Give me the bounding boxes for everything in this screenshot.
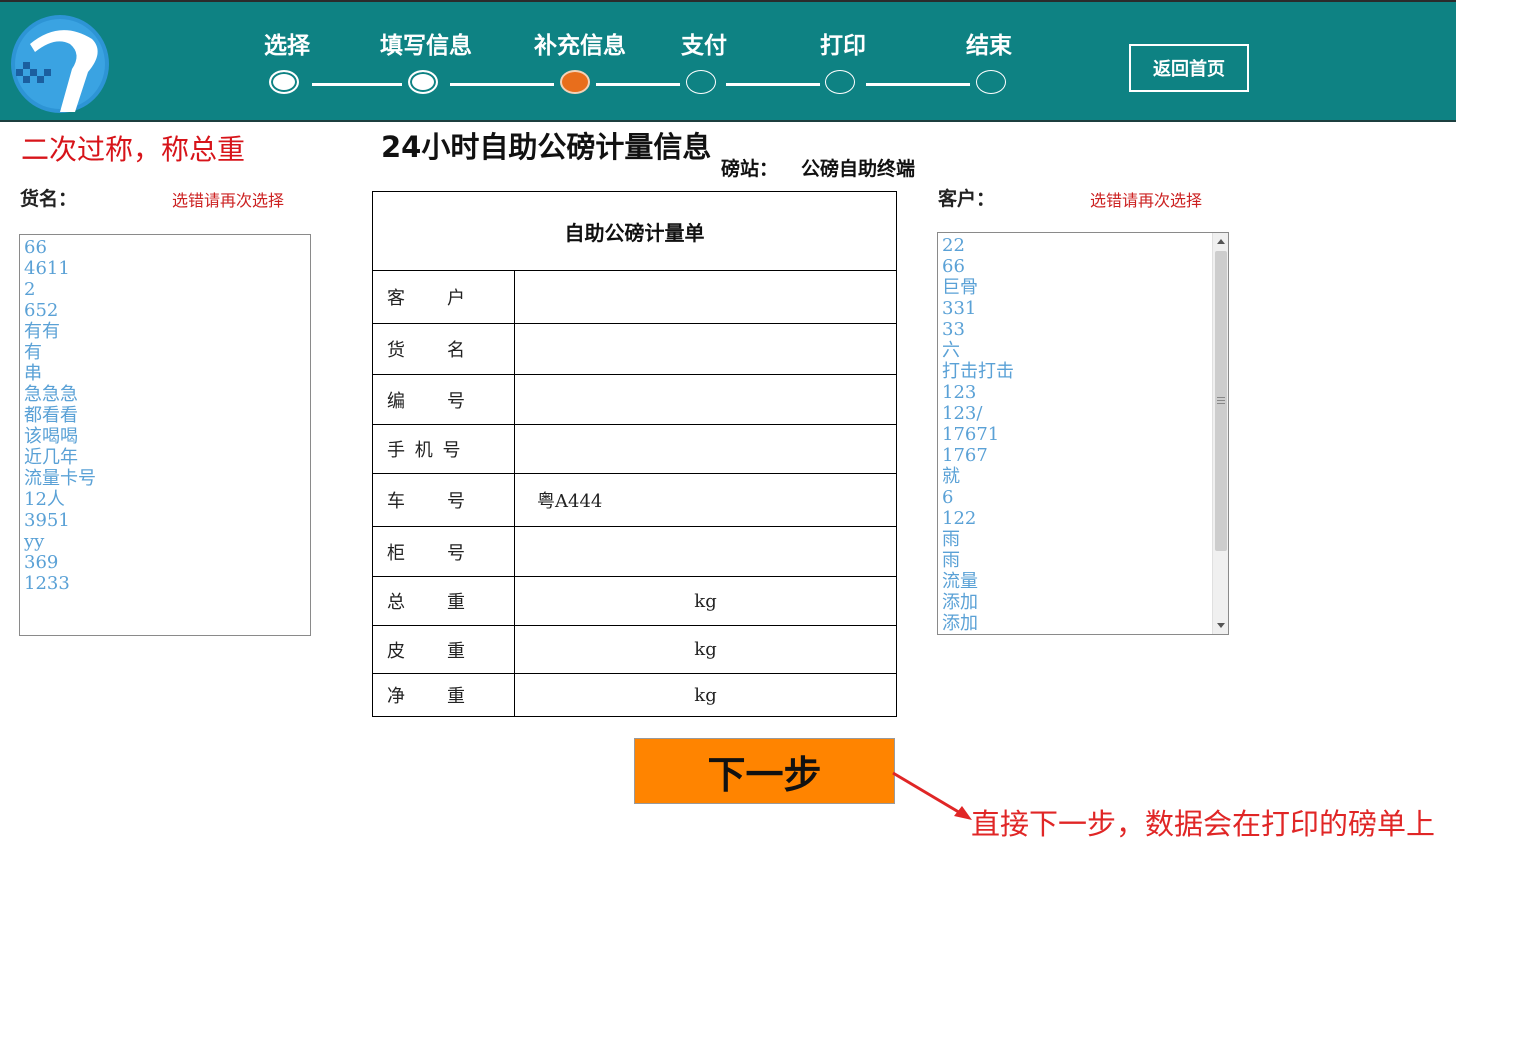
list-item[interactable]: 123/ <box>938 403 1228 424</box>
list-item[interactable]: 17671 <box>938 424 1228 445</box>
row-label-container: 柜 号 <box>372 526 515 577</box>
list-item[interactable]: 3951 <box>20 510 310 531</box>
step-connector <box>726 83 820 86</box>
step-dot-pay <box>686 70 716 94</box>
row-value-container <box>514 526 897 577</box>
list-item[interactable]: 串 <box>20 363 310 384</box>
goods-listbox[interactable]: 66 4611 2 652 有有 有 串 急急急 都看看 该喝喝 近几年 流量卡… <box>19 234 311 636</box>
list-item[interactable]: 六 <box>938 340 1228 361</box>
page-title: 24小时自助公磅计量信息 <box>381 130 712 164</box>
list-item[interactable]: 4611 <box>20 258 310 279</box>
list-item[interactable]: 66 <box>938 256 1228 277</box>
list-item[interactable]: 652 <box>20 300 310 321</box>
list-item[interactable]: 流量 <box>938 571 1228 592</box>
row-unit-gross-weight: kg <box>514 576 897 626</box>
grip-icon <box>1217 397 1225 398</box>
step-dot-supplement-info <box>560 70 590 94</box>
row-value-plate: 粤A444 <box>514 473 897 527</box>
logo-icon <box>11 15 109 113</box>
home-button[interactable]: 返回首页 <box>1129 44 1249 92</box>
step-dot-finish <box>976 70 1006 94</box>
list-item[interactable]: 添加 <box>938 592 1228 613</box>
customer-hint: 选错请再次选择 <box>1090 191 1203 210</box>
step-connector <box>866 83 970 86</box>
customer-listbox[interactable]: 22 66 巨骨 331 33 六 打击打击 123 123/ 17671 17… <box>937 232 1229 635</box>
customer-list-scrollbar[interactable] <box>1212 233 1228 634</box>
row-label-plate: 车 号 <box>372 473 515 527</box>
list-item[interactable]: 打击打击 <box>938 361 1228 382</box>
list-item[interactable]: 雨 <box>938 550 1228 571</box>
step-label-print: 打印 <box>820 33 866 59</box>
list-item[interactable]: 331 <box>938 298 1228 319</box>
step-dot-fill-info <box>408 70 438 94</box>
list-item[interactable]: 有有 <box>20 321 310 342</box>
goods-label: 货名： <box>20 188 78 210</box>
list-item[interactable]: 6 <box>938 487 1228 508</box>
step-label-pay: 支付 <box>681 33 727 59</box>
step-label-finish: 结束 <box>966 33 1012 59</box>
scroll-down-icon[interactable] <box>1217 623 1225 628</box>
list-item[interactable]: 1767 <box>938 445 1228 466</box>
annotation-arrow-icon <box>892 771 972 820</box>
customer-label: 客户： <box>938 188 996 210</box>
row-label-number: 编 号 <box>372 374 515 425</box>
list-item[interactable]: 流量卡号 <box>20 468 310 489</box>
top-bar: 选择 填写信息 补充信息 支付 打印 结束 返回首页 <box>0 0 1456 122</box>
list-item[interactable]: 该喝喝 <box>20 426 310 447</box>
weigh-ticket-table: 自助公磅计量单 客 户 货 名 编 号 手 机 号 车 号 粤A444 柜 号 … <box>372 191 897 717</box>
list-item[interactable]: 近几年 <box>20 447 310 468</box>
list-item[interactable]: 12人 <box>20 489 310 510</box>
list-item[interactable]: 2 <box>20 279 310 300</box>
scroll-up-icon[interactable] <box>1217 239 1225 244</box>
list-item[interactable]: 急急急 <box>20 384 310 405</box>
row-value-phone <box>514 424 897 474</box>
list-item[interactable]: 有 <box>20 342 310 363</box>
goods-hint: 选错请再次选择 <box>172 191 285 210</box>
step-dot-print <box>825 70 855 94</box>
station-value: 公磅自助终端 <box>801 158 916 180</box>
step-label-fill-info: 填写信息 <box>380 33 472 59</box>
list-item[interactable]: 巨骨 <box>938 277 1228 298</box>
list-item[interactable]: 就 <box>938 466 1228 487</box>
ticket-header: 自助公磅计量单 <box>372 191 897 271</box>
next-step-button[interactable]: 下一步 <box>634 738 895 804</box>
row-label-gross-weight: 总 重 <box>372 576 515 626</box>
list-item[interactable]: 123 <box>938 382 1228 403</box>
step-label-select: 选择 <box>264 33 310 59</box>
list-item[interactable]: 添加 <box>938 613 1228 634</box>
list-item[interactable]: 369 <box>20 552 310 573</box>
list-item[interactable]: yy <box>20 531 310 552</box>
row-label-tare-weight: 皮 重 <box>372 625 515 674</box>
step-dot-select <box>269 70 299 94</box>
list-item[interactable]: 66 <box>20 237 310 258</box>
row-value-goods <box>514 323 897 375</box>
annotation-text: 直接下一步，数据会在打印的磅单上 <box>971 807 1436 841</box>
list-item[interactable]: 雨 <box>938 529 1228 550</box>
step-label-supplement-info: 补充信息 <box>534 33 626 59</box>
row-label-customer: 客 户 <box>372 270 515 324</box>
list-item[interactable]: 22 <box>938 235 1228 256</box>
step-connector <box>450 83 554 86</box>
list-item[interactable]: 33 <box>938 319 1228 340</box>
row-unit-net-weight: kg <box>514 673 897 717</box>
scroll-thumb[interactable] <box>1215 251 1227 551</box>
row-label-goods: 货 名 <box>372 323 515 375</box>
list-item[interactable]: 1233 <box>20 573 310 594</box>
row-label-phone: 手 机 号 <box>372 424 515 474</box>
row-unit-tare-weight: kg <box>514 625 897 674</box>
section-title: 二次过称，称总重 <box>21 133 246 166</box>
row-value-number <box>514 374 897 425</box>
station-label: 磅站： <box>721 158 779 180</box>
list-item[interactable]: 都看看 <box>20 405 310 426</box>
row-value-customer <box>514 270 897 324</box>
step-connector <box>596 83 680 86</box>
step-connector <box>312 83 402 86</box>
list-item[interactable]: 122 <box>938 508 1228 529</box>
row-label-net-weight: 净 重 <box>372 673 515 717</box>
